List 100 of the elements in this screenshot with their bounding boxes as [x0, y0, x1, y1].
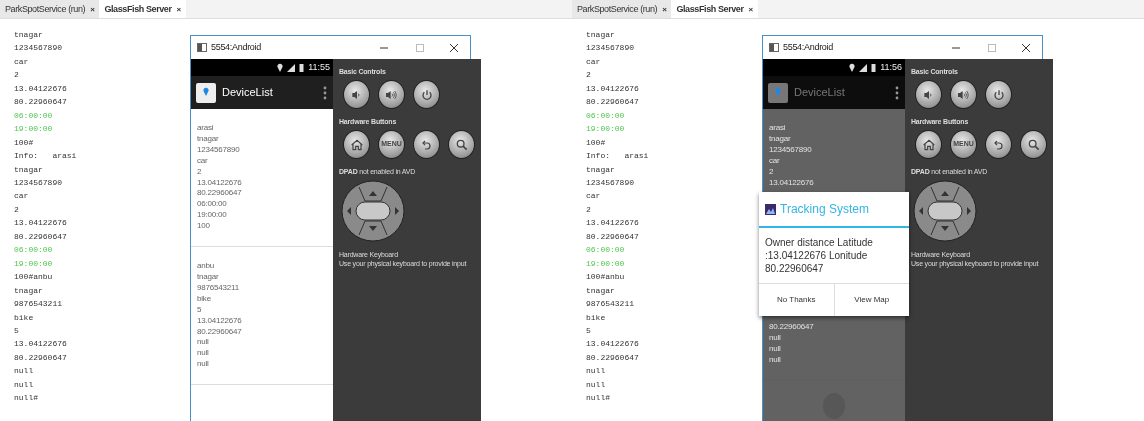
console-line: 5: [14, 324, 20, 337]
console-line: 9876543211: [14, 298, 63, 311]
status-clock: 11:55: [308, 60, 330, 74]
console-line: bike: [14, 311, 35, 324]
tab[interactable]: ParkSpotService (run) ×: [0, 0, 100, 18]
console-line: 2: [586, 69, 592, 82]
console-line: 2: [586, 203, 592, 216]
console-line: bike: [586, 311, 607, 324]
dialog-title: Tracking System: [780, 201, 869, 219]
list-item-line: tnagar: [197, 133, 220, 145]
tab[interactable]: ParkSpotService (run) ×: [572, 0, 672, 18]
app-icon: [196, 82, 216, 103]
console-line: 06:00:00: [586, 244, 626, 257]
dialog-button[interactable]: View Map: [833, 283, 909, 317]
console-line: null#: [586, 392, 611, 405]
list-item-line: null: [197, 359, 210, 371]
list-item-line: 2: [197, 166, 203, 178]
list-item-line: null: [197, 337, 210, 349]
console-line: 1234567890: [14, 42, 63, 55]
console-line: 1234567890: [586, 177, 635, 189]
console-line: 13.04122676: [14, 82, 68, 95]
close-icon[interactable]: [1021, 42, 1031, 53]
app-icon: [768, 82, 788, 103]
dialog-button[interactable]: No Thanks: [759, 283, 834, 317]
console-line: 13.04122676: [14, 338, 68, 351]
overflow-menu-icon[interactable]: [323, 85, 327, 100]
volume-up-key[interactable]: [950, 80, 977, 109]
list-item-line: car: [197, 155, 209, 167]
list-item-line: 80.22960647: [769, 322, 815, 334]
volume-down-key[interactable]: [343, 80, 370, 109]
battery-icon: [299, 63, 305, 72]
power-key[interactable]: [413, 80, 440, 109]
list-item-line: 13.04122676: [197, 315, 243, 327]
list-item-line: car: [769, 155, 781, 167]
console-line: 13.04122676: [14, 217, 68, 230]
power-key[interactable]: [985, 80, 1012, 109]
console-line: 13.04122676: [586, 217, 640, 230]
location-pin-icon: [277, 63, 284, 72]
console-line: tnagar: [14, 29, 44, 41]
console-line: 100#anbu: [586, 271, 626, 284]
list-item-line: null: [197, 348, 210, 360]
battery-icon: [871, 63, 877, 72]
window-icon: [197, 43, 207, 52]
search-key[interactable]: [448, 130, 475, 159]
list-item-line: arasi: [197, 123, 215, 134]
list-item-line: anbu: [197, 261, 215, 272]
tab[interactable]: GlassFish Server ×: [99, 0, 186, 18]
dialog-message: Owner distance Latitude :13.04122676 Lonitude 80.22960647: [764, 236, 874, 277]
home-key[interactable]: [915, 130, 942, 159]
list-item-line: 100: [197, 221, 211, 233]
app-title: DeviceList: [222, 85, 274, 101]
list-item-line: 1234567890: [197, 144, 241, 156]
home-key[interactable]: [343, 130, 370, 159]
tab-close-button[interactable]: ×: [662, 5, 667, 14]
signal-icon: [859, 63, 868, 72]
console-line: 1234567890: [14, 177, 63, 189]
list-item-line: 1234567890: [769, 144, 813, 156]
signal-icon: [287, 63, 296, 72]
back-key[interactable]: [985, 130, 1012, 159]
dpad-drawing[interactable]: [913, 180, 977, 242]
list-item-line: arasi: [769, 123, 787, 134]
search-key[interactable]: [1020, 130, 1047, 159]
console-line: car: [586, 55, 602, 68]
tab-close-button[interactable]: ×: [176, 5, 181, 14]
list-item-line: 9876543211: [197, 282, 240, 294]
tab-label: GlassFish Server: [676, 4, 744, 14]
dpad-drawing[interactable]: [341, 180, 405, 242]
list-item-line: 80.22960647: [197, 188, 243, 200]
console-line: 80.22960647: [586, 230, 640, 243]
back-key[interactable]: [413, 130, 440, 159]
console-line: car: [14, 55, 30, 68]
console-line: 13.04122676: [586, 82, 640, 95]
list-item-line: bike: [197, 293, 212, 305]
list-item-line: null: [769, 344, 782, 356]
tab-close-button[interactable]: ×: [90, 5, 95, 14]
console-line: null: [586, 365, 607, 378]
app-logo-icon: [765, 203, 776, 215]
list-item-line: null: [769, 333, 782, 345]
overflow-menu-icon[interactable]: [895, 85, 899, 100]
console-line: tnagar: [586, 284, 616, 297]
volume-up-key[interactable]: [378, 80, 405, 109]
list-item-line: 2: [769, 166, 775, 178]
console-line: 19:00:00: [586, 257, 626, 270]
console-line: 80.22960647: [14, 96, 68, 109]
list-item-line: 80.22960647: [197, 326, 243, 338]
console-line: null#: [14, 392, 39, 405]
window-icon: [769, 43, 779, 52]
console-line: tnagar: [14, 284, 44, 297]
list-item-line: 13.04122676: [197, 177, 243, 189]
close-icon[interactable]: [449, 42, 459, 53]
list-item-line: tnagar: [769, 133, 792, 145]
tab-close-button[interactable]: ×: [748, 5, 753, 14]
list-item-line: null: [769, 355, 782, 367]
list-item-line: tnagar: [197, 271, 220, 283]
console-line: Info: arasi: [14, 150, 78, 163]
volume-down-key[interactable]: [915, 80, 942, 109]
console-line: tnagar: [14, 163, 44, 176]
tab[interactable]: GlassFish Server ×: [671, 0, 758, 18]
list-item-line: 06:00:00: [197, 199, 228, 211]
console-line: null: [586, 378, 607, 391]
